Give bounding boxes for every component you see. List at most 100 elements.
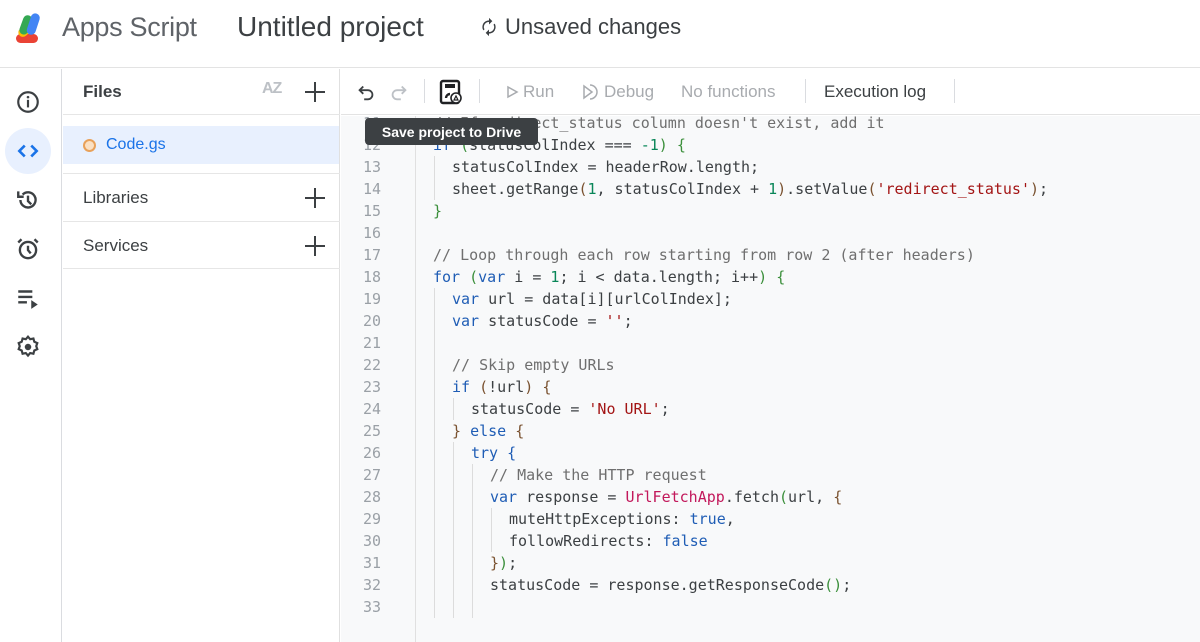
code-text: }); (490, 552, 517, 574)
code-token: !url (488, 378, 525, 396)
rail-overview[interactable] (5, 79, 51, 125)
indent-guide (472, 552, 473, 574)
indent-guide (491, 530, 492, 552)
code-token: () (824, 576, 843, 594)
code-token: ) (524, 378, 534, 396)
code-token: true (689, 510, 726, 528)
indent-guide (453, 552, 454, 574)
code-text: // Loop through each row starting from r… (433, 244, 975, 266)
run-button[interactable]: Run (505, 69, 554, 115)
indent-guide (453, 596, 454, 618)
code-token: // Skip empty URLs (452, 356, 615, 374)
indent-guide (472, 574, 473, 596)
line-number: 13 (362, 158, 381, 176)
rail-executions[interactable] (5, 275, 51, 321)
add-library-button[interactable] (303, 186, 327, 210)
redo-button[interactable] (388, 69, 410, 115)
code-token: ; (660, 400, 670, 418)
indent-guide (434, 552, 435, 574)
alarm-icon (17, 238, 39, 260)
code-line: 32 statusCode = response.getResponseCode(… (341, 574, 1200, 596)
sort-files-az-button[interactable]: AZ (262, 80, 282, 98)
debug-button[interactable]: Debug (580, 69, 654, 115)
code-text: } else { (452, 420, 524, 442)
file-name: Code.gs (106, 136, 166, 153)
sort-az-icon: AZ (262, 80, 282, 97)
save-project-button[interactable] (436, 77, 466, 107)
add-file-button[interactable] (303, 80, 327, 104)
code-token: 'No URL' (588, 400, 661, 418)
rail-editor[interactable] (5, 128, 51, 174)
code-token: { (515, 422, 525, 440)
indent-guide (453, 486, 454, 508)
line-number: 22 (362, 356, 381, 374)
code-token: else (470, 422, 507, 440)
files-title: Files (83, 82, 122, 101)
code-text: followRedirects: false (509, 530, 708, 552)
top-bar: Apps Script Untitled project Unsaved cha… (0, 0, 1200, 68)
code-token: -1 (640, 136, 659, 154)
code-line: 20 var statusCode = ''; (341, 310, 1200, 332)
code-text: statusCode = response.getResponseCode(); (490, 574, 851, 596)
rail-settings[interactable] (5, 324, 51, 370)
sync-icon (482, 17, 496, 37)
line-number: 33 (362, 598, 381, 616)
undo-icon (358, 85, 374, 101)
redo-icon (391, 85, 407, 101)
indent-guide (472, 596, 473, 618)
code-token: var (490, 488, 518, 506)
code-editor[interactable]: 11// If redirect_status column doesn't e… (341, 116, 1200, 642)
code-text: sheet.getRange(1, statusColIndex + 1).se… (452, 178, 1048, 200)
code-text: var response = UrlFetchApp.fetch(url, { (490, 486, 842, 508)
libraries-label: Libraries (83, 188, 149, 207)
code-line: 33 (341, 596, 1200, 618)
apps-script-logo-icon[interactable] (14, 10, 56, 46)
code-line: 19 var url = data[i][urlColIndex]; (341, 288, 1200, 310)
code-icon (17, 144, 39, 158)
code-token: ) (658, 136, 668, 154)
code-token: .fetch (724, 488, 779, 506)
code-token: // Make the HTTP request (490, 466, 707, 484)
indent-guide (434, 310, 435, 332)
code-token: sheet.getRange (452, 180, 579, 198)
code-line: 25 } else { (341, 420, 1200, 442)
code-token: for (433, 268, 461, 286)
undo-button[interactable] (355, 69, 377, 115)
add-service-button[interactable] (303, 234, 327, 258)
code-line: 16 (341, 222, 1200, 244)
line-number: 25 (362, 422, 381, 440)
project-title[interactable]: Untitled project (237, 11, 424, 43)
indent-guide (453, 508, 454, 530)
indent-guide (453, 530, 454, 552)
code-token: url, (788, 488, 834, 506)
code-token: ( (479, 378, 489, 396)
services-label: Services (83, 236, 149, 255)
code-line: 27 // Make the HTTP request (341, 464, 1200, 486)
line-number: 20 (362, 312, 381, 330)
code-token: ; (1039, 180, 1049, 198)
code-line: 15} (341, 200, 1200, 222)
indent-guide (434, 420, 435, 442)
code-token: ; (508, 554, 518, 572)
line-number: 23 (362, 378, 381, 396)
toolbar-divider (805, 79, 806, 103)
code-token: response = (517, 488, 626, 506)
code-token: { (776, 268, 786, 286)
code-text: if (!url) { (452, 376, 551, 398)
function-select[interactable]: No functions (681, 69, 776, 115)
history-icon (17, 191, 37, 209)
execution-log-button[interactable]: Execution log (824, 69, 926, 115)
code-line: 18 for (var i = 1; i < data.length; i++) … (341, 266, 1200, 288)
code-token: url = data[i][urlColIndex]; (479, 290, 732, 308)
code-line: 13 statusColIndex = headerRow.length; (341, 156, 1200, 178)
file-item-code-gs[interactable]: Code.gs (63, 126, 339, 164)
code-token: followRedirects: (509, 532, 663, 550)
rail-project-history[interactable] (5, 177, 51, 223)
line-number: 19 (362, 290, 381, 308)
debug-label: Debug (604, 82, 655, 101)
indent-guide (434, 574, 435, 596)
rail-triggers[interactable] (5, 226, 51, 272)
